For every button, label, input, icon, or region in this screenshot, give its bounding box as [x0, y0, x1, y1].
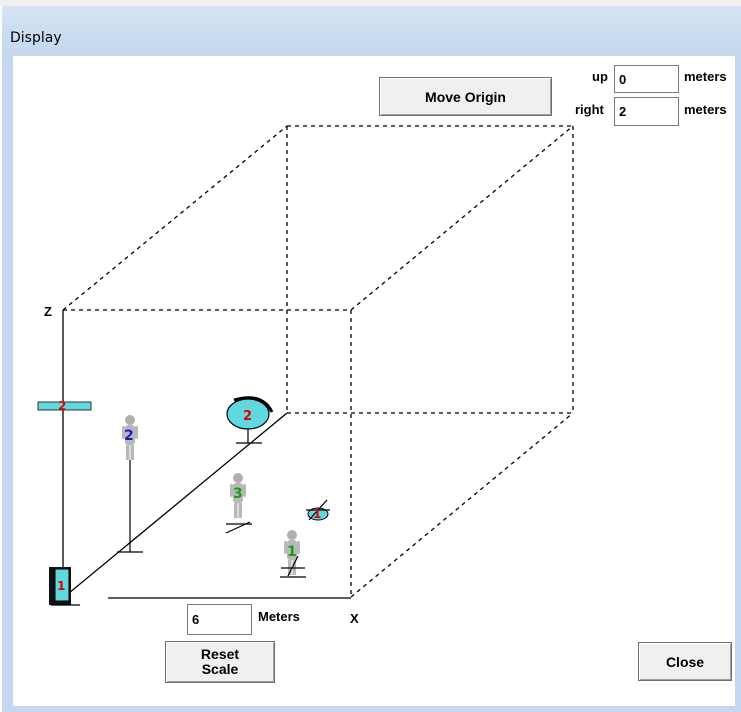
- scale-unit-label: Meters: [258, 609, 300, 624]
- move-origin-label: Move Origin: [425, 88, 506, 105]
- dish-number: 2: [243, 409, 252, 424]
- person-2-number: 2: [124, 428, 134, 444]
- close-button[interactable]: Close: [638, 642, 732, 681]
- reset-scale-button[interactable]: Reset Scale: [165, 641, 275, 683]
- up-offset-input[interactable]: [614, 65, 679, 93]
- z-axis-label: Z: [44, 304, 52, 319]
- right-unit-label: meters: [684, 102, 727, 117]
- up-label: up: [592, 69, 608, 84]
- person-3-number: 3: [233, 486, 243, 502]
- antenna-1[interactable]: 1: [306, 499, 330, 521]
- person-3[interactable]: 3: [225, 473, 252, 534]
- display-device-1[interactable]: 1: [49, 567, 80, 606]
- wall-screen-2[interactable]: 2: [37, 399, 92, 413]
- dish-device-2[interactable]: 2: [226, 396, 274, 444]
- reset-scale-label-line2: Scale: [201, 661, 239, 677]
- person-1[interactable]: 1: [280, 530, 306, 578]
- right-offset-input[interactable]: [614, 97, 679, 126]
- close-label: Close: [665, 653, 705, 670]
- right-label: right: [575, 102, 604, 117]
- display-number: 1: [57, 579, 65, 593]
- wall-screen-number: 2: [58, 399, 66, 413]
- person-1-number: 1: [287, 544, 297, 560]
- reset-scale-label-line1: Reset: [200, 646, 240, 662]
- room-box: [62, 125, 574, 598]
- axes: [62, 310, 351, 599]
- move-origin-button[interactable]: Move Origin: [379, 77, 552, 116]
- antenna-number: 1: [313, 507, 321, 521]
- x-axis-label: X: [350, 611, 359, 626]
- person-2[interactable]: 2: [117, 415, 143, 553]
- up-unit-label: meters: [684, 69, 727, 84]
- display-window: Display Z X 2 1 2 2 3 1 1 Move Origin up…: [0, 0, 741, 712]
- y-axis-line: [62, 412, 288, 599]
- scale-input[interactable]: [187, 604, 252, 635]
